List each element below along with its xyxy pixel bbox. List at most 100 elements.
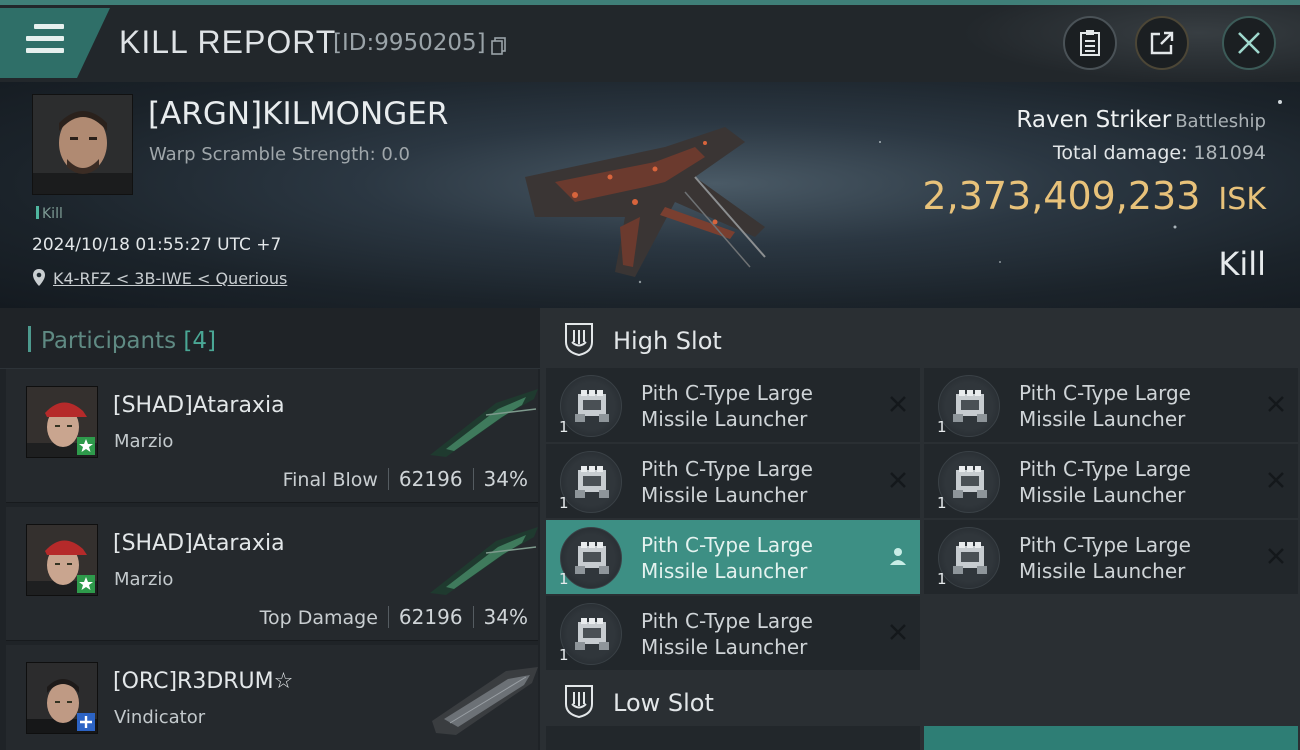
isk-amount: 2,373,409,233: [922, 174, 1201, 218]
participant-ship-render[interactable]: [426, 661, 542, 737]
corp-star-badge-icon: [77, 437, 95, 455]
module-name: Pith C-Type Large Missile Launcher: [1019, 532, 1249, 584]
missile-launcher-icon: [560, 527, 622, 589]
close-button[interactable]: [1222, 16, 1276, 70]
share-button[interactable]: [1135, 16, 1189, 70]
module-name: Pith C-Type Large Missile Launcher: [641, 456, 871, 508]
module-name: Pith C-Type Large Missile Launcher: [641, 608, 871, 660]
participant-stat-label: Top Damage: [259, 607, 378, 629]
participants-label: Participants: [41, 328, 177, 354]
module-quantity: 1: [937, 418, 947, 436]
missile-launcher-icon: [560, 375, 622, 437]
corp-plus-badge-icon: [77, 713, 95, 731]
module-name: Pith C-Type Large Missile Launcher: [1019, 380, 1249, 432]
kill-type-tag: Kill: [36, 206, 63, 222]
close-icon: [1238, 32, 1260, 54]
victim-avatar[interactable]: [32, 94, 133, 195]
clipboard-icon: [1080, 30, 1100, 56]
ship-class-label: Battleship: [1175, 111, 1266, 132]
missile-launcher-icon: [938, 527, 1000, 589]
module-name: Pith C-Type Large Missile Launcher: [641, 532, 871, 584]
module-name-line1: Pith C-Type Large: [1019, 381, 1191, 405]
participant-ship: Marzio: [114, 431, 174, 452]
participant-damage: 62196: [398, 467, 463, 491]
module-name-line1: Pith C-Type Large: [641, 533, 813, 557]
missile-launcher-icon: [938, 375, 1000, 437]
fitting-panel: High Slot 1 Pith C-Type Large Missile Lau…: [540, 308, 1300, 750]
kill-timestamp: 2024/10/18 01:55:27 UTC +7: [32, 235, 282, 255]
destroyed-icon: [1268, 472, 1284, 488]
participants-panel: Participants [4] [SHAD]Ataraxia Marzio F…: [0, 308, 540, 750]
location-pin-icon: [33, 269, 45, 286]
copy-icon[interactable]: [491, 37, 507, 55]
victim-ship-name[interactable]: Raven Striker Battleship: [1016, 107, 1266, 133]
clipboard-button[interactable]: [1063, 16, 1117, 70]
participant-name[interactable]: [ORC]R3DRUM☆: [113, 669, 293, 694]
participant-stats: Final Blow 62196 34%: [283, 467, 528, 491]
participant-row[interactable]: [SHAD]Ataraxia Marzio Final Blow 62196 34%: [6, 369, 538, 503]
participant-ship: Vindicator: [114, 707, 206, 728]
module-name-line2: Missile Launcher: [641, 635, 808, 659]
header-bar: KILL REPORT [ID:9950205]: [0, 0, 1300, 82]
kill-type-label: Kill: [42, 206, 63, 222]
missile-launcher-icon: [560, 603, 622, 665]
location-link[interactable]: K4-RFZ < 3B-IWE < Querious: [53, 269, 287, 288]
module-item[interactable]: 1 Pith C-Type Large Missile Launcher: [546, 368, 920, 442]
module-quantity: 1: [559, 646, 569, 664]
high-slot-title: High Slot: [613, 327, 722, 355]
destroyed-icon: [890, 472, 906, 488]
participant-percent: 34%: [483, 467, 528, 491]
module-item[interactable]: 1 Pith C-Type Large Missile Launcher: [546, 444, 920, 518]
participant-avatar[interactable]: [26, 524, 98, 596]
participant-avatar[interactable]: [26, 386, 98, 458]
menu-icon[interactable]: [26, 24, 64, 56]
module-name-line2: Missile Launcher: [641, 483, 808, 507]
participant-name[interactable]: [SHAD]Ataraxia: [113, 531, 285, 556]
module-quantity: 1: [937, 494, 947, 512]
total-damage: Total damage: 181094: [1053, 142, 1266, 164]
participant-row[interactable]: [ORC]R3DRUM☆ Vindicator: [6, 645, 538, 750]
kill-location[interactable]: K4-RFZ < 3B-IWE < Querious: [32, 268, 287, 288]
module-item[interactable]: 1 Pith C-Type Large Missile Launcher: [924, 444, 1298, 518]
module-name-line2: Missile Launcher: [1019, 483, 1186, 507]
participant-damage: 62196: [398, 605, 463, 629]
participant-ship-render[interactable]: [426, 385, 542, 461]
module-quantity: 1: [937, 570, 947, 588]
destroyed-icon: [890, 624, 906, 640]
report-id: [ID:9950205]: [333, 30, 486, 56]
kill-result-label: Kill: [1218, 245, 1266, 283]
warp-scramble-strength: Warp Scramble Strength: 0.0: [149, 144, 411, 165]
high-slot-header: High Slot: [540, 308, 1300, 370]
share-icon: [1150, 31, 1174, 55]
participants-title: Participants [4]: [28, 326, 216, 354]
missile-launcher-icon: [938, 451, 1000, 513]
module-quantity: 1: [559, 494, 569, 512]
victim-ship-render[interactable]: [515, 107, 785, 287]
module-item[interactable]: [546, 726, 920, 750]
victim-name[interactable]: [ARGN]KILMONGER: [148, 96, 448, 132]
participant-name[interactable]: [SHAD]Ataraxia: [113, 393, 285, 418]
corp-star-badge-icon: [77, 575, 95, 593]
participant-row[interactable]: [SHAD]Ataraxia Marzio Top Damage 62196 34%: [6, 507, 538, 641]
module-name-line2: Missile Launcher: [641, 559, 808, 583]
participant-avatar[interactable]: [26, 662, 98, 734]
module-item[interactable]: 1 Pith C-Type Large Missile Launcher: [924, 368, 1298, 442]
module-item[interactable]: 1 Pith C-Type Large Missile Launcher: [546, 596, 920, 670]
module-item[interactable]: 1 Pith C-Type Large Missile Launcher: [924, 520, 1298, 594]
isk-unit: ISK: [1218, 182, 1266, 217]
module-quantity: 1: [559, 570, 569, 588]
module-name-line1: Pith C-Type Large: [641, 609, 813, 633]
total-damage-label: Total damage:: [1053, 142, 1188, 164]
participant-stat-label: Final Blow: [282, 469, 378, 491]
module-name: Pith C-Type Large Missile Launcher: [1019, 456, 1249, 508]
participant-ship: Marzio: [114, 569, 174, 590]
module-name-line1: Pith C-Type Large: [641, 457, 813, 481]
module-item-dropped[interactable]: 1 Pith C-Type Large Missile Launcher: [546, 520, 920, 594]
low-slot-title: Low Slot: [613, 689, 714, 717]
module-quantity: 1: [559, 418, 569, 436]
isk-value: 2,373,409,233 ISK: [922, 174, 1266, 218]
module-name-line1: Pith C-Type Large: [641, 381, 813, 405]
module-item[interactable]: [924, 726, 1298, 750]
participant-ship-render[interactable]: [426, 523, 542, 599]
participants-count: [4]: [183, 328, 217, 354]
